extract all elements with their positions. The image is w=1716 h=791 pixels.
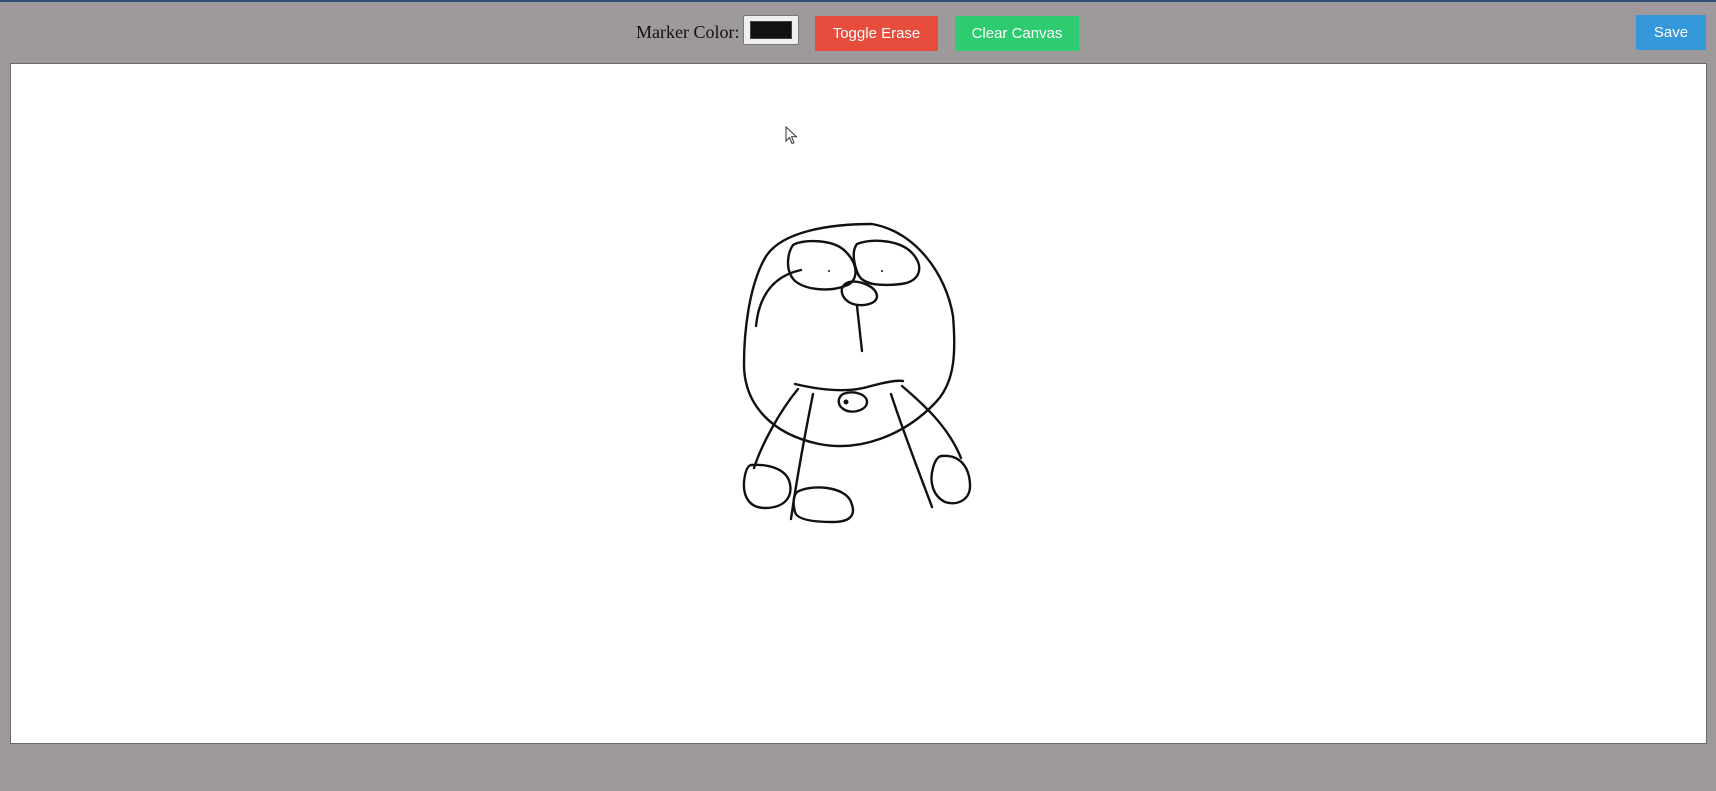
marker-color-swatch bbox=[750, 21, 792, 39]
sketch-right-hand bbox=[930, 454, 972, 505]
sketch-right-pupil bbox=[881, 270, 883, 272]
sketch-bell bbox=[837, 391, 869, 413]
sketch-collar bbox=[793, 379, 905, 392]
mouse-pointer-icon bbox=[785, 126, 798, 145]
doraemon-sketch bbox=[742, 222, 972, 524]
save-button[interactable]: Save bbox=[1636, 15, 1706, 50]
sketch-left-pupil bbox=[828, 270, 830, 272]
sketch-left-hand bbox=[742, 463, 792, 510]
sketch-left-eye bbox=[786, 239, 857, 291]
sketch-foot bbox=[792, 486, 855, 524]
sketch-right-eye bbox=[852, 239, 921, 287]
sketch-mouth-line bbox=[855, 304, 864, 353]
clear-canvas-button[interactable]: Clear Canvas bbox=[955, 16, 1079, 51]
toggle-erase-button[interactable]: Toggle Erase bbox=[815, 16, 938, 51]
sketch-bell-dot bbox=[843, 399, 849, 405]
toolbar: Marker Color: Toggle Erase Clear Canvas … bbox=[0, 2, 1716, 62]
marker-color-picker[interactable] bbox=[743, 15, 799, 45]
marker-color-label: Marker Color: bbox=[636, 22, 740, 42]
drawing-canvas[interactable] bbox=[10, 63, 1707, 744]
sketch-left-arm-outer bbox=[752, 387, 800, 470]
